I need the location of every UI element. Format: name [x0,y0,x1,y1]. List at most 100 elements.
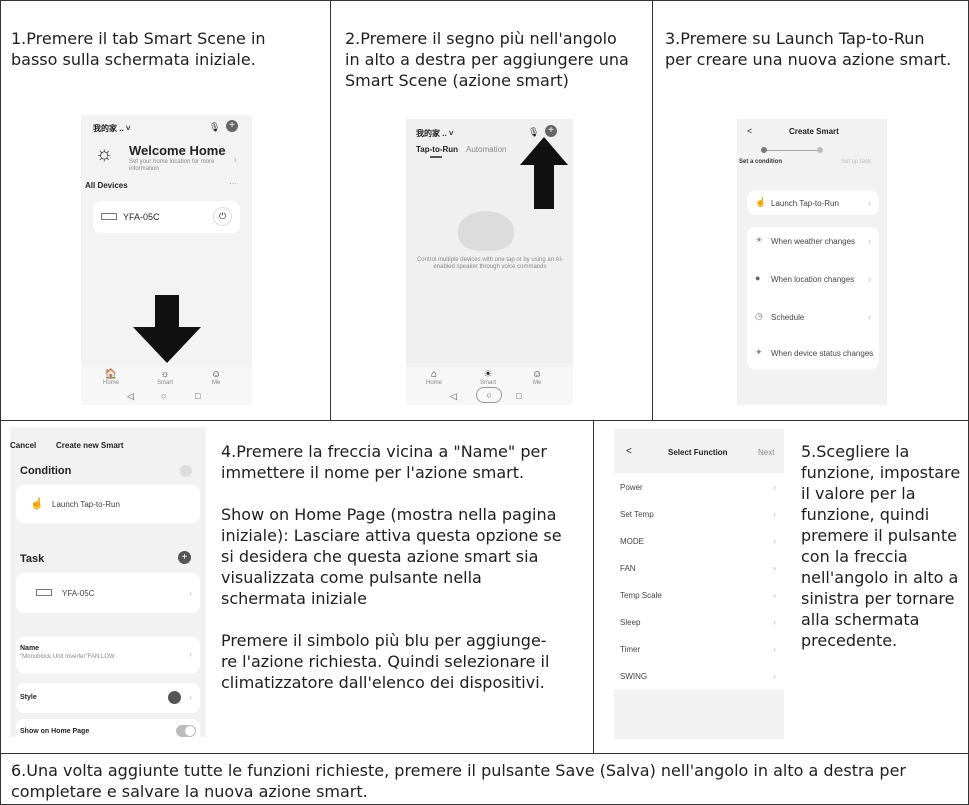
style-color-icon [168,691,181,704]
back-icon[interactable]: < [747,126,752,136]
step4-text: 4.Premere la freccia vicina a "Name" per… [221,442,562,692]
tab-automation[interactable]: Automation [466,145,506,154]
condition-list: ☀ When weather changes › ● When location… [747,227,879,369]
task-device-row[interactable]: YFA-05C › [16,573,200,613]
style-row[interactable]: Style › [16,683,200,713]
step5-panel: < Select Function Next Power › Set Temp › … [593,420,969,754]
function-label: MODE [620,537,644,546]
nav-home[interactable]: ⌂ Home [426,369,442,386]
screen2-smart: 我的家 .. ˅ 🎙 + Tap-to-Run Automation Contr… [406,119,573,405]
add-condition-icon[interactable] [180,465,192,477]
nav-me-label: Me [532,380,542,386]
tap-hand-icon: ☝ [30,498,44,510]
location-row[interactable]: ● When location changes › [747,265,879,293]
schedule-row[interactable]: ◷ Schedule › [747,303,879,331]
chevron-right-icon[interactable]: › [234,155,237,164]
nav-me[interactable]: ☺ Me [211,369,221,386]
chevron-right-icon: › [773,563,776,573]
more-icon[interactable]: ··· [229,179,237,188]
mic-icon[interactable]: 🎙 [209,122,220,133]
chevron-right-icon: › [773,617,776,627]
nav-smart-label: Smart [157,380,174,386]
function-item[interactable]: FAN › [614,554,784,581]
launch-row[interactable]: ☝ Launch Tap-to-Run [16,485,200,523]
android-back-icon[interactable]: ◁ [450,391,457,402]
name-row[interactable]: Name "Monoblock Unit Inverter"FAN:LOW › [16,637,200,673]
smart-icon: ☀ [483,369,493,380]
ac-unit-icon [36,589,52,596]
android-back-icon[interactable]: ◁ [127,391,134,402]
power-icon[interactable]: ⏻ [213,207,232,226]
item-label: When weather changes [771,237,856,246]
name-value: "Monoblock Unit Inverter"FAN:LOW [20,654,115,660]
home-name[interactable]: 我的家 .. ˅ [93,123,131,134]
screen-title: Select Function [668,448,728,457]
item-label: When location changes [771,275,855,284]
step6-panel: 6.Una volta aggiunte tutte le funzioni r… [0,753,969,805]
chevron-right-icon: › [189,588,192,598]
android-recents-icon[interactable]: □ [516,391,521,401]
screen-title: Create Smart [789,127,839,136]
progress-line [767,150,817,151]
function-label: Timer [620,645,641,654]
empty-illustration-icon [458,211,514,251]
chevron-right-icon: › [189,692,192,702]
weather-icon: ☀ [755,235,764,245]
show-home-label: Show on Home Page [20,728,90,735]
device-status-row[interactable]: ✦ When device status changes › [747,339,879,367]
device-card[interactable]: YFA-05C ⏻ [93,201,240,233]
item-label: Launch Tap-to-Run [771,199,839,208]
add-task-icon[interactable]: + [178,551,191,564]
add-icon[interactable]: + [545,125,557,137]
nav-me-label: Me [211,380,221,386]
down-arrow-overlay [133,295,201,363]
function-list: Power › Set Temp › MODE › FAN › Temp Scale › … [614,473,784,689]
smart-icon: ☼ [160,369,170,380]
step2-panel: 2.Premere il segno più nell'angolo in al… [330,0,653,421]
function-item[interactable]: Set Temp › [614,500,784,527]
nav-smart[interactable]: ☼ Smart [157,369,173,386]
nav-home[interactable]: 🏠 Home [103,369,119,386]
function-item[interactable]: MODE › [614,527,784,554]
function-item[interactable]: Temp Scale › [614,581,784,608]
toggle-knob [185,726,195,736]
step3-text: 3.Premere su Launch Tap-to-Run per crear… [665,29,952,69]
show-home-toggle[interactable] [176,725,196,737]
item-label: Schedule [771,313,805,322]
function-item[interactable]: Timer › [614,635,784,662]
function-item[interactable]: SWING › [614,662,784,689]
nav-smart[interactable]: ☀ Smart [480,369,496,386]
cancel-button[interactable]: Cancel [10,441,36,450]
home-icon: ⌂ [430,369,438,380]
location-pin-icon: ● [755,273,761,283]
android-home-icon[interactable]: ○ [476,387,502,403]
nav-home-label: Home [426,380,443,386]
chevron-right-icon: › [773,671,776,681]
function-label: SWING [620,672,648,681]
ac-unit-icon [101,213,117,220]
welcome-title: Welcome Home [129,143,226,158]
android-recents-icon[interactable]: □ [195,391,200,401]
screen3-create-smart: < Create Smart Set a condition Set up ta… [737,119,887,405]
function-item[interactable]: Power › [614,473,784,500]
next-button[interactable]: Next [758,448,774,457]
launch-tap-to-run-row[interactable]: ☝ Launch Tap-to-Run › [747,191,879,215]
back-icon[interactable]: < [626,446,632,457]
all-devices-label: All Devices [85,181,128,190]
add-icon[interactable]: + [226,120,238,132]
weather-row[interactable]: ☀ When weather changes › [747,227,879,255]
home-name[interactable]: 我的家 .. ˅ [416,128,454,139]
chevron-right-icon: › [773,590,776,600]
sun-icon: ☼ [95,143,114,165]
tab-tap-to-run[interactable]: Tap-to-Run [416,145,458,154]
chevron-right-icon: › [868,198,871,208]
screen1-home: 我的家 .. ˅ 🎙 + ☼ Welcome Home Set your hom… [81,115,252,405]
tap-hand-icon: ☝ [755,197,767,207]
set-condition-label: Set a condition [739,159,783,165]
screen4-create-new-smart: Cancel Create new Smart Condition ☝ Laun… [10,427,206,737]
android-home-icon[interactable]: ○ [161,391,166,401]
screen5-select-function: < Select Function Next Power › Set Temp › … [614,429,784,739]
nav-me[interactable]: ☺ Me [532,369,542,386]
style-label: Style [20,694,37,701]
function-item[interactable]: Sleep › [614,608,784,635]
